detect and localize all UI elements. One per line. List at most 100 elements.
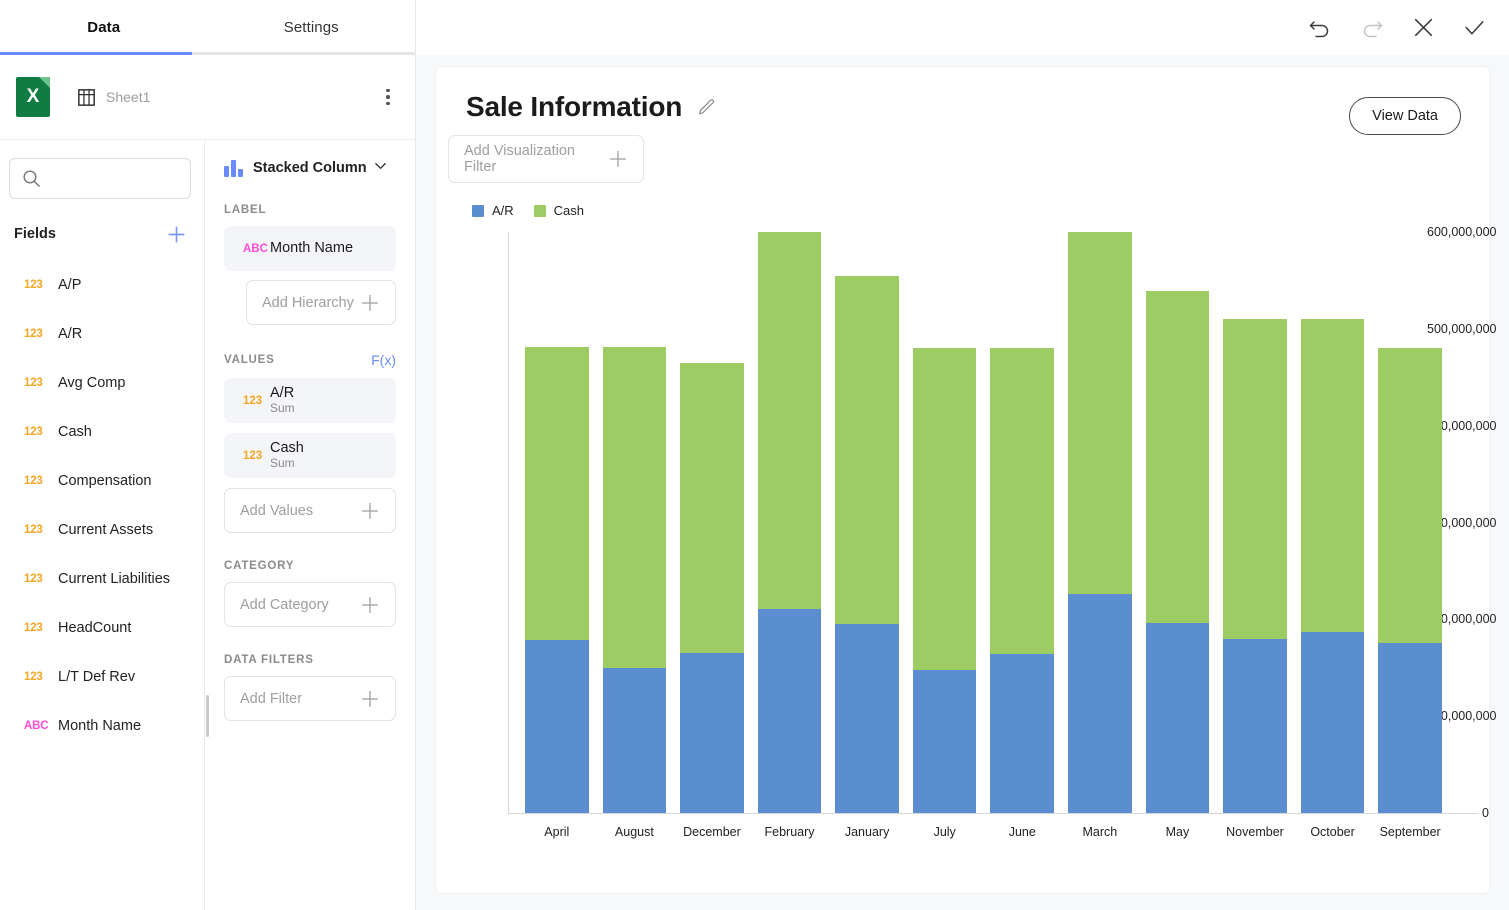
bar-segment-cash[interactable] xyxy=(1068,232,1132,595)
legend-item[interactable]: Cash xyxy=(533,203,584,218)
bar-segment-a-r[interactable] xyxy=(525,639,589,813)
plus-icon xyxy=(359,688,381,710)
chart-plot-area: 0 100,000,000 200,000,000 300,000,000 400,00… xyxy=(436,224,1497,844)
x-axis-line xyxy=(508,813,1479,814)
kebab-menu-icon[interactable] xyxy=(377,88,399,106)
bar-column[interactable]: January xyxy=(828,232,906,839)
field-item[interactable]: 123 Avg Comp xyxy=(0,358,204,407)
bar-segment-cash[interactable] xyxy=(525,347,589,640)
pill-field-name: Month Name xyxy=(270,240,354,257)
bar-column[interactable]: March xyxy=(1061,232,1139,839)
viz-type-selector[interactable]: Stacked Column xyxy=(205,140,415,177)
value-pill-ar[interactable]: 123 A/R Sum xyxy=(224,378,396,423)
x-axis-tick-label: August xyxy=(614,825,654,839)
field-name: Current Assets xyxy=(58,521,154,538)
x-axis-tick-label: May xyxy=(1165,825,1190,839)
undo-icon[interactable] xyxy=(1307,15,1333,41)
field-item[interactable]: 123 A/R xyxy=(0,309,204,358)
bar-segment-a-r[interactable] xyxy=(835,624,899,813)
field-name: L/T Def Rev xyxy=(58,668,136,685)
chevron-down-icon xyxy=(374,159,387,177)
bar-column[interactable]: July xyxy=(906,232,984,839)
bar-column[interactable]: June xyxy=(983,232,1061,839)
shelf-scrollbar[interactable] xyxy=(206,695,209,737)
bar-segment-a-r[interactable] xyxy=(602,667,667,813)
bar-segment-cash[interactable] xyxy=(602,347,667,668)
value-pill-cash[interactable]: 123 Cash Sum xyxy=(224,433,396,478)
legend-swatch xyxy=(472,204,484,217)
field-name: HeadCount xyxy=(58,619,132,636)
bar-segment-cash[interactable] xyxy=(990,348,1055,655)
bar-segment-a-r[interactable] xyxy=(757,608,822,813)
tab-data[interactable]: Data xyxy=(0,0,208,55)
bar-segment-cash[interactable] xyxy=(757,232,822,609)
plus-icon xyxy=(168,225,185,243)
x-axis-tick-label: July xyxy=(933,825,956,839)
bar-segment-a-r[interactable] xyxy=(1223,638,1287,813)
field-item[interactable]: 123 Current Assets xyxy=(0,505,204,554)
bar-segment-cash[interactable] xyxy=(1223,319,1287,639)
shelf-column: Stacked Column LABEL ABC Month Name Add … xyxy=(205,140,415,910)
tab-settings[interactable]: Settings xyxy=(208,0,416,55)
bar-column[interactable]: April xyxy=(518,232,596,839)
add-field-button[interactable] xyxy=(165,223,188,246)
add-visualization-filter-dropzone[interactable]: Add Visualization Filter xyxy=(448,135,644,183)
bar-segment-cash[interactable] xyxy=(1300,319,1365,632)
datasource-row[interactable]: X Sheet1 xyxy=(0,55,415,140)
fx-button[interactable]: F(x) xyxy=(371,352,396,368)
field-item[interactable]: 123 Cash xyxy=(0,407,204,456)
bar-segment-a-r[interactable] xyxy=(680,653,744,813)
bar-segment-cash[interactable] xyxy=(835,275,899,625)
field-type-badge: 123 xyxy=(24,278,43,291)
bar-segment-a-r[interactable] xyxy=(990,654,1055,813)
bar-segment-a-r[interactable] xyxy=(1068,594,1132,813)
bar-segment-a-r[interactable] xyxy=(1378,642,1442,813)
add-category-dropzone[interactable]: Add Category xyxy=(224,582,396,627)
search-input[interactable] xyxy=(9,158,191,199)
bar-segment-cash[interactable] xyxy=(680,362,744,654)
pencil-icon[interactable] xyxy=(696,96,718,118)
bar-column[interactable]: October xyxy=(1294,232,1372,839)
bar-segment-cash[interactable] xyxy=(1145,291,1210,624)
bar-segment-cash[interactable] xyxy=(1378,348,1442,643)
field-item[interactable]: 123 A/P xyxy=(0,260,204,309)
field-item[interactable]: 123 HeadCount xyxy=(0,603,204,652)
bar-segment-a-r[interactable] xyxy=(1145,623,1210,813)
x-axis-tick-label: June xyxy=(1008,825,1036,839)
viz-title-row: Sale Information xyxy=(436,67,1489,123)
add-filter-dropzone[interactable]: Add Filter xyxy=(224,676,396,721)
bar-column[interactable]: May xyxy=(1139,232,1217,839)
field-name: A/R xyxy=(58,325,83,342)
viz-type-label: Stacked Column xyxy=(253,160,367,176)
pill-aggregation: Sum xyxy=(270,401,295,416)
bar-segment-a-r[interactable] xyxy=(912,669,977,813)
add-hierarchy-dropzone[interactable]: Add Hierarchy xyxy=(246,280,396,325)
x-axis-tick-label: October xyxy=(1310,825,1355,839)
label-pill-month-name[interactable]: ABC Month Name xyxy=(224,226,396,271)
field-item[interactable]: 123 Compensation xyxy=(0,456,204,505)
field-item[interactable]: 123 Current Liabilities xyxy=(0,554,204,603)
bar-column[interactable]: December xyxy=(673,232,751,839)
field-item[interactable]: ABC Month Name xyxy=(0,701,204,750)
bar-column[interactable]: September xyxy=(1371,232,1449,839)
bar-segment-a-r[interactable] xyxy=(1300,631,1365,813)
bar-column[interactable]: February xyxy=(751,232,829,839)
field-item[interactable]: 123 L/T Def Rev xyxy=(0,652,204,701)
bar-column[interactable]: November xyxy=(1216,232,1294,839)
table-grid-icon xyxy=(78,88,95,106)
sheet-name: Sheet1 xyxy=(106,89,151,105)
bar-segment-cash[interactable] xyxy=(912,348,977,670)
redo-icon[interactable] xyxy=(1359,15,1385,41)
close-icon[interactable] xyxy=(1411,15,1436,40)
view-data-button[interactable]: View Data xyxy=(1349,97,1461,135)
app-root: Data Settings X Sheet1 Fields 123 A/P 12… xyxy=(0,0,1509,910)
tab-settings-label: Settings xyxy=(283,19,339,36)
add-hierarchy-label: Add Hierarchy xyxy=(262,294,354,311)
legend-item[interactable]: A/R xyxy=(472,203,514,218)
pill-type-badge: 123 xyxy=(243,394,263,407)
x-axis-tick-label: February xyxy=(764,825,815,839)
legend-label: A/R xyxy=(492,203,514,218)
add-values-dropzone[interactable]: Add Values xyxy=(224,488,396,533)
check-icon[interactable] xyxy=(1462,15,1487,40)
bar-column[interactable]: August xyxy=(596,232,674,839)
